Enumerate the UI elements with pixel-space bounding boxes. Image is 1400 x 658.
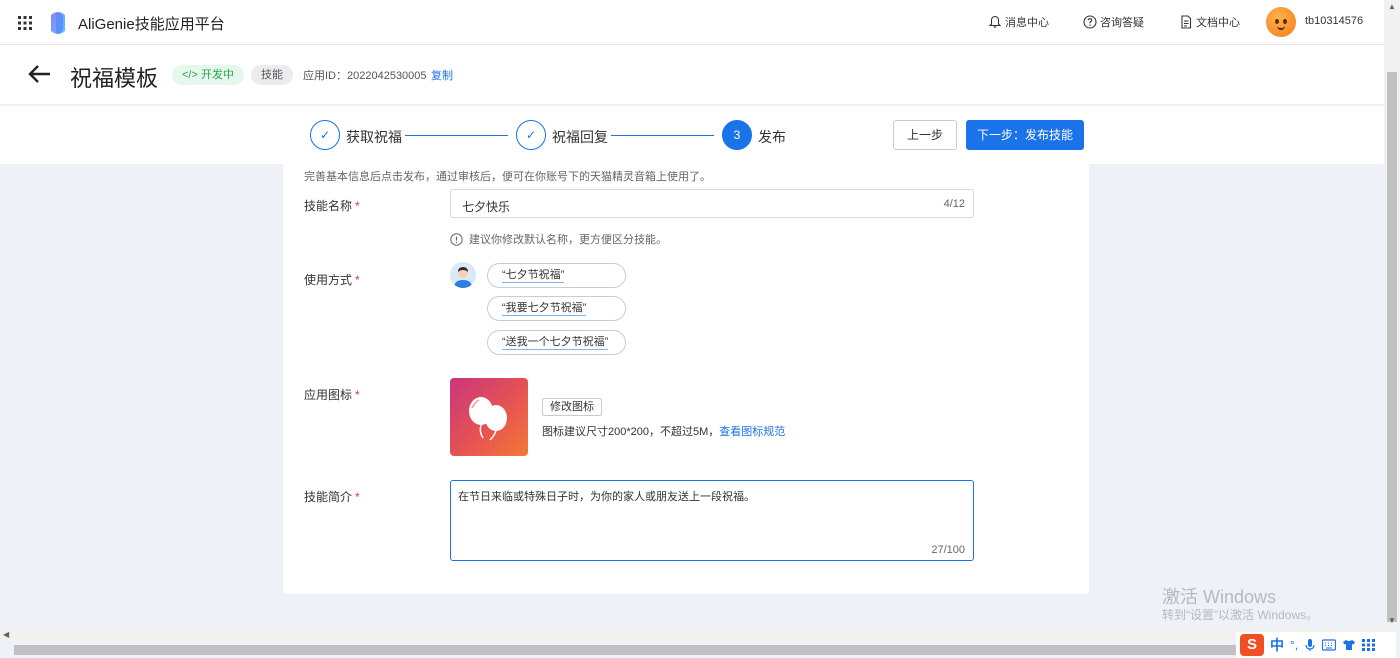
toolbox-grid-icon[interactable]: [1362, 639, 1376, 651]
scroll-down-icon[interactable]: ▼: [1388, 616, 1396, 625]
skill-intro-count: 27/100: [931, 544, 965, 556]
brand-name[interactable]: AliGenie技能应用平台: [78, 13, 225, 34]
prev-step-button[interactable]: 上一步: [893, 120, 957, 150]
user-avatar[interactable]: [1266, 7, 1296, 37]
bell-icon: [988, 15, 1002, 28]
app-icon-label: 应用图标 *: [304, 388, 360, 402]
step-2-label: 祝福回复: [552, 129, 608, 145]
name-advice: 建议你修改默认名称，更方便区分技能。: [450, 231, 667, 247]
status-label: 开发中: [200, 69, 234, 81]
title-bar: 祝福模板 </> 开发中 技能 应用ID：2022042530005 复制: [0, 45, 1384, 105]
skill-tag: 技能: [251, 65, 293, 85]
nav-messages[interactable]: 消息中心: [988, 14, 1049, 30]
intro-label: 技能简介 *: [304, 490, 360, 504]
nav-docs[interactable]: 文档中心: [1179, 14, 1240, 30]
info-circle-icon: [450, 232, 463, 246]
step-1-check-icon: ✓: [310, 120, 340, 150]
step-3-label: 发布: [758, 129, 786, 145]
ime-toolbar[interactable]: S 中 °,: [1236, 632, 1396, 658]
app-icon-preview: [450, 378, 528, 456]
step-1-label: 获取祝福: [346, 129, 402, 145]
ime-mode-label[interactable]: 中: [1270, 635, 1284, 655]
usage-phrase-1: “七夕节祝福”: [487, 263, 626, 288]
next-publish-button[interactable]: 下一步：发布技能: [966, 120, 1084, 150]
step-connector: [611, 135, 714, 136]
horizontal-scrollbar[interactable]: ◀: [0, 628, 1384, 642]
icon-size-hint: 图标建议尺寸200*200，不超过5M，查看图标规范: [542, 426, 786, 438]
keyboard-icon[interactable]: [1322, 639, 1337, 651]
horizontal-scroll-thumb[interactable]: [14, 645, 1284, 655]
usage-label: 使用方式 *: [304, 273, 360, 287]
publish-hint: 完善基本信息后点击发布，通过审核后，便可在你账号下的天猫精灵音箱上使用了。: [304, 171, 711, 183]
status-badge: </> 开发中: [172, 65, 244, 85]
step-3-number: 3: [722, 120, 752, 150]
page-title: 祝福模板: [70, 66, 159, 91]
nav-qa-label: 咨询答疑: [1100, 17, 1144, 29]
username[interactable]: tb10314576: [1305, 15, 1363, 27]
app-grid-icon[interactable]: [18, 16, 32, 30]
skill-intro-textarea[interactable]: 在节日来临或特殊日子时，为你的家人或朋友送上一段祝福。 27/100: [450, 480, 974, 561]
step-2-check-icon: ✓: [516, 120, 546, 150]
vertical-scrollbar[interactable]: ▲ ▼: [1384, 0, 1400, 628]
usage-phrase-3: “送我一个七夕节祝福”: [487, 330, 626, 355]
copy-link[interactable]: 复制: [431, 67, 453, 83]
skill-name-value: 七夕快乐: [462, 200, 511, 214]
sogou-logo-icon[interactable]: S: [1240, 634, 1264, 656]
skill-intro-value: 在节日来临或特殊日子时，为你的家人或朋友送上一段祝福。: [458, 491, 755, 503]
modify-icon-button[interactable]: 修改图标: [542, 398, 602, 416]
nav-qa[interactable]: 咨询答疑: [1083, 14, 1144, 30]
nav-docs-label: 文档中心: [1196, 17, 1240, 29]
usage-phrase-2: “我要七夕节祝福”: [487, 296, 626, 321]
step-bar: ✓ 获取祝福 ✓ 祝福回复 3 发布 上一步 下一步：发布技能: [0, 106, 1384, 164]
skill-name-input[interactable]: 七夕快乐 4/12: [450, 189, 974, 218]
scroll-left-icon[interactable]: ◀: [3, 630, 9, 639]
back-arrow-icon[interactable]: [28, 64, 52, 84]
skin-shirt-icon[interactable]: [1342, 639, 1356, 651]
skill-name-label: 技能名称 *: [304, 199, 360, 213]
scroll-up-icon[interactable]: ▲: [1388, 2, 1396, 11]
app-id: 应用ID：2022042530005: [303, 70, 427, 82]
balloons-icon: [469, 397, 507, 441]
icon-spec-link[interactable]: 查看图标规范: [719, 426, 785, 438]
document-icon: [1181, 15, 1192, 29]
publish-form-card: 完善基本信息后点击发布，通过审核后，便可在你账号下的天猫精灵音箱上使用了。 技能…: [283, 164, 1089, 594]
top-nav: AliGenie技能应用平台 消息中心 咨询答疑 文档中心 tb10314576: [0, 0, 1384, 45]
aligenie-logo-icon: [51, 12, 65, 34]
vertical-scroll-thumb[interactable]: [1387, 72, 1397, 622]
nav-messages-label: 消息中心: [1005, 17, 1049, 29]
code-icon: </>: [182, 69, 201, 81]
user-avatar-icon: [450, 262, 476, 288]
question-circle-icon: [1083, 15, 1097, 29]
punctuation-icon[interactable]: °,: [1290, 638, 1298, 652]
activation-watermark-subtitle: 转到“设置”以激活 Windows。: [1162, 608, 1319, 622]
name-advice-text: 建议你修改默认名称，更方便区分技能。: [469, 234, 667, 246]
step-connector: [405, 135, 508, 136]
skill-name-count: 4/12: [943, 198, 965, 210]
microphone-icon[interactable]: [1304, 638, 1316, 652]
